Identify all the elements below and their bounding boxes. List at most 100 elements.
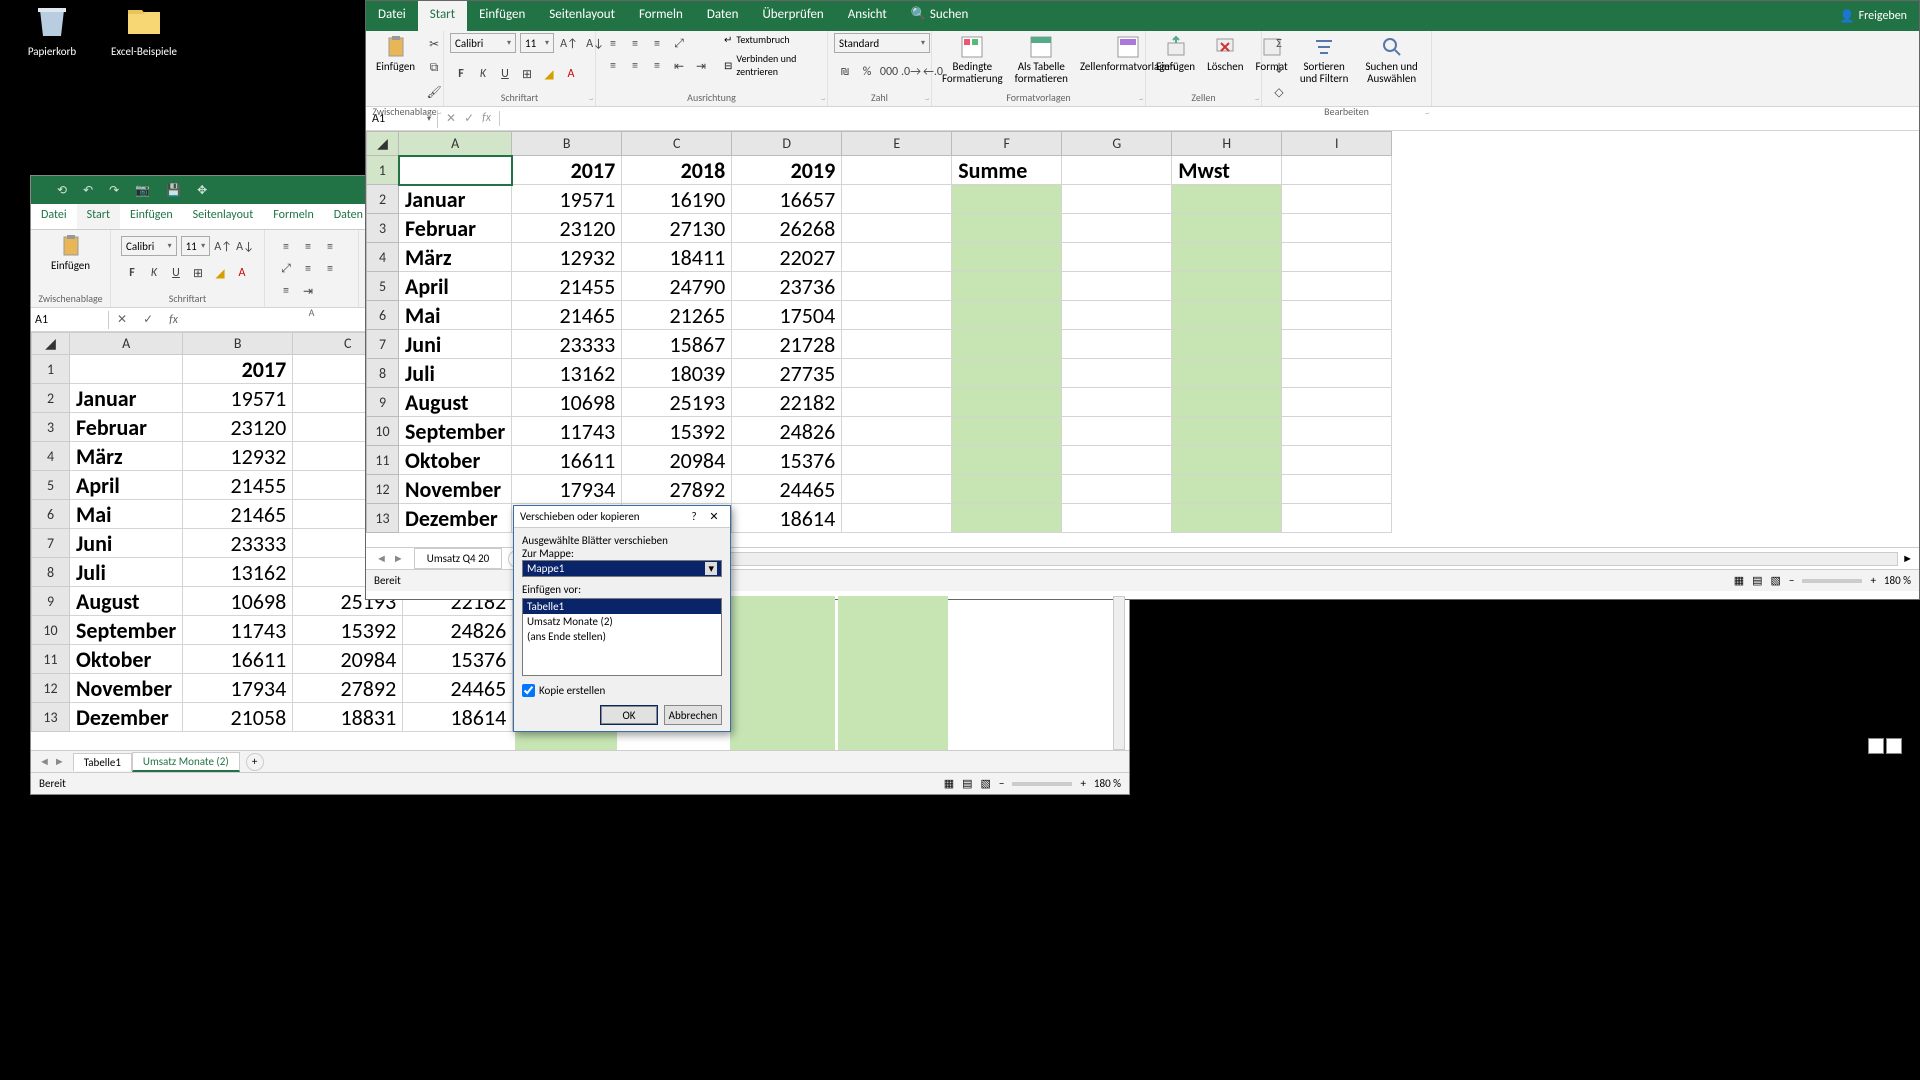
tab-daten[interactable]: Daten (695, 1, 751, 31)
fx-cancel-icon[interactable]: ✕ (109, 312, 135, 327)
align-center-icon[interactable]: ≡ (319, 258, 341, 280)
zoom-out-icon[interactable]: − (999, 777, 1004, 790)
bold-button[interactable]: F (121, 262, 143, 284)
view-break-icon[interactable]: ▧ (981, 777, 991, 790)
zoom-slider[interactable] (1802, 579, 1862, 583)
align-right-icon[interactable]: ≡ (275, 280, 297, 302)
find-select-button[interactable]: Suchen und Auswählen (1358, 33, 1425, 87)
view-layout-icon[interactable]: ▦ (944, 777, 954, 790)
camera-icon[interactable]: 📷 (135, 183, 150, 198)
thousand-icon[interactable]: 000 (878, 61, 900, 83)
sheet-tab-umsatz-q4[interactable]: Umsatz Q4 20 (414, 548, 502, 569)
list-item[interactable]: Tabelle1 (523, 599, 721, 614)
border-button[interactable]: ⊞ (516, 63, 538, 85)
decimal-inc-icon[interactable]: .0→ (900, 61, 922, 83)
zoom-level[interactable]: 180 % (1094, 777, 1121, 790)
indent-inc-icon[interactable]: ⇥ (690, 55, 712, 77)
tab-ueberpruefen[interactable]: Überprüfen (750, 1, 835, 31)
clear-icon[interactable]: ◇ (1268, 81, 1290, 103)
orient-icon[interactable]: ⤢ (668, 33, 690, 55)
spreadsheet-front[interactable]: ◢ABCDEFGHI1201720182019SummeMwst2Januar1… (366, 131, 1919, 547)
fx-accept-icon[interactable]: ✓ (135, 312, 161, 327)
insert-cells-button[interactable]: Einfügen (1152, 33, 1199, 75)
wrap-text-button[interactable]: ↵Textumbruch (724, 33, 821, 46)
merge-button[interactable]: ⊟Verbinden und zentrieren (724, 52, 821, 78)
delete-cells-button[interactable]: Löschen (1203, 33, 1247, 75)
number-format-select[interactable]: Standard▾ (834, 33, 930, 53)
font-color-button[interactable]: A (231, 262, 253, 284)
h-scrollbar[interactable] (547, 552, 1898, 566)
zoom-in-icon[interactable]: + (1870, 574, 1875, 587)
tab-seitenlayout[interactable]: Seitenlayout (537, 1, 627, 31)
scroll-right-icon[interactable]: ► (1902, 552, 1913, 565)
tab-start[interactable]: Start (418, 1, 467, 31)
zoom-level[interactable]: 180 % (1884, 574, 1911, 587)
tab-formeln[interactable]: Formeln (627, 1, 695, 31)
tab-seitenlayout[interactable]: Seitenlayout (183, 204, 264, 229)
v-scrollbar[interactable] (1113, 596, 1125, 750)
sheet-nav-prev-icon[interactable]: ◄ (376, 552, 387, 565)
search-box[interactable]: 🔍 Suchen (899, 1, 981, 31)
view-break-icon[interactable]: ▧ (1771, 574, 1781, 587)
fx-icon[interactable]: fx (161, 313, 186, 327)
zoom-slider[interactable] (1012, 782, 1072, 786)
increase-font-icon[interactable]: A↑ (558, 33, 580, 55)
zoom-out-icon[interactable]: − (1789, 574, 1794, 587)
cut-icon[interactable]: ✂ (423, 33, 445, 55)
sheet-nav-next-icon[interactable]: ► (393, 552, 404, 565)
align-mid-icon[interactable]: ≡ (297, 236, 319, 258)
increase-font-icon[interactable]: A↑ (214, 236, 232, 258)
paste-button[interactable]: Einfügen (372, 33, 419, 75)
underline-button[interactable]: U (494, 63, 516, 85)
align-bot-icon[interactable]: ≡ (319, 236, 341, 258)
fill-button[interactable]: ◢ (538, 63, 560, 85)
sort-filter-button[interactable]: Sortieren und Filtern (1294, 33, 1354, 87)
font-name-select[interactable]: Calibri▾ (121, 236, 177, 256)
ok-button[interactable]: OK (600, 705, 658, 725)
fx-accept-icon[interactable]: ✓ (464, 111, 474, 126)
bold-button[interactable]: F (450, 63, 472, 85)
percent-icon[interactable]: % (856, 61, 878, 83)
sheet-tab-umsatz[interactable]: Umsatz Monate (2) (132, 752, 240, 772)
italic-button[interactable]: K (472, 63, 494, 85)
autosave-icon[interactable]: ⟲ (57, 183, 67, 198)
zoom-in-icon[interactable]: + (1080, 777, 1085, 790)
tab-start[interactable]: Start (77, 204, 120, 229)
tab-datei[interactable]: Datei (366, 1, 418, 31)
tab-ansicht[interactable]: Ansicht (836, 1, 899, 31)
tab-formeln[interactable]: Formeln (263, 204, 323, 229)
align-top-icon[interactable]: ≡ (275, 236, 297, 258)
border-button[interactable]: ⊞ (187, 262, 209, 284)
fx-cancel-icon[interactable]: ✕ (446, 111, 456, 126)
view-layout-icon[interactable]: ▦ (1734, 574, 1744, 587)
dialog-close-button[interactable]: ✕ (704, 510, 724, 523)
align-top-icon[interactable]: ≡ (602, 33, 624, 55)
indent-dec-icon[interactable]: ⇤ (668, 55, 690, 77)
autosum-icon[interactable]: Σ (1268, 33, 1290, 55)
italic-button[interactable]: K (143, 262, 165, 284)
format-table-button[interactable]: Als Tabelle formatieren (1011, 33, 1072, 87)
tab-einfuegen[interactable]: Einfügen (120, 204, 183, 229)
copy-icon[interactable]: ⧉ (423, 57, 445, 79)
align-left-icon[interactable]: ≡ (297, 258, 319, 280)
list-item[interactable]: (ans Ende stellen) (523, 629, 721, 644)
name-box[interactable]: A1 (31, 311, 109, 329)
tab-einfuegen[interactable]: Einfügen (467, 1, 537, 31)
view-page-icon[interactable]: ▤ (962, 777, 972, 790)
workbook-select[interactable]: Mappe1▾ (522, 560, 722, 577)
cancel-button[interactable]: Abbrechen (664, 705, 722, 725)
indent-icon[interactable]: ⇥ (297, 280, 319, 302)
brush-icon[interactable]: 🖌 (423, 81, 445, 103)
underline-button[interactable]: U (165, 262, 187, 284)
dialog-help-button[interactable]: ? (684, 510, 704, 523)
fx-icon[interactable]: fx (482, 111, 491, 126)
font-size-select[interactable]: 11▾ (181, 236, 211, 256)
redo-icon[interactable]: ↷ (109, 183, 119, 198)
touch-icon[interactable]: ✥ (197, 183, 207, 198)
sheet-nav-prev-icon[interactable]: ◄ (39, 755, 50, 768)
paste-button[interactable]: Einfügen (37, 232, 104, 274)
sheet-nav-next-icon[interactable]: ► (54, 755, 65, 768)
undo-icon[interactable]: ↶ (83, 183, 93, 198)
fill-series-icon[interactable]: ↓ (1268, 57, 1290, 79)
share-button[interactable]: 👤Freigeben (1828, 1, 1919, 31)
